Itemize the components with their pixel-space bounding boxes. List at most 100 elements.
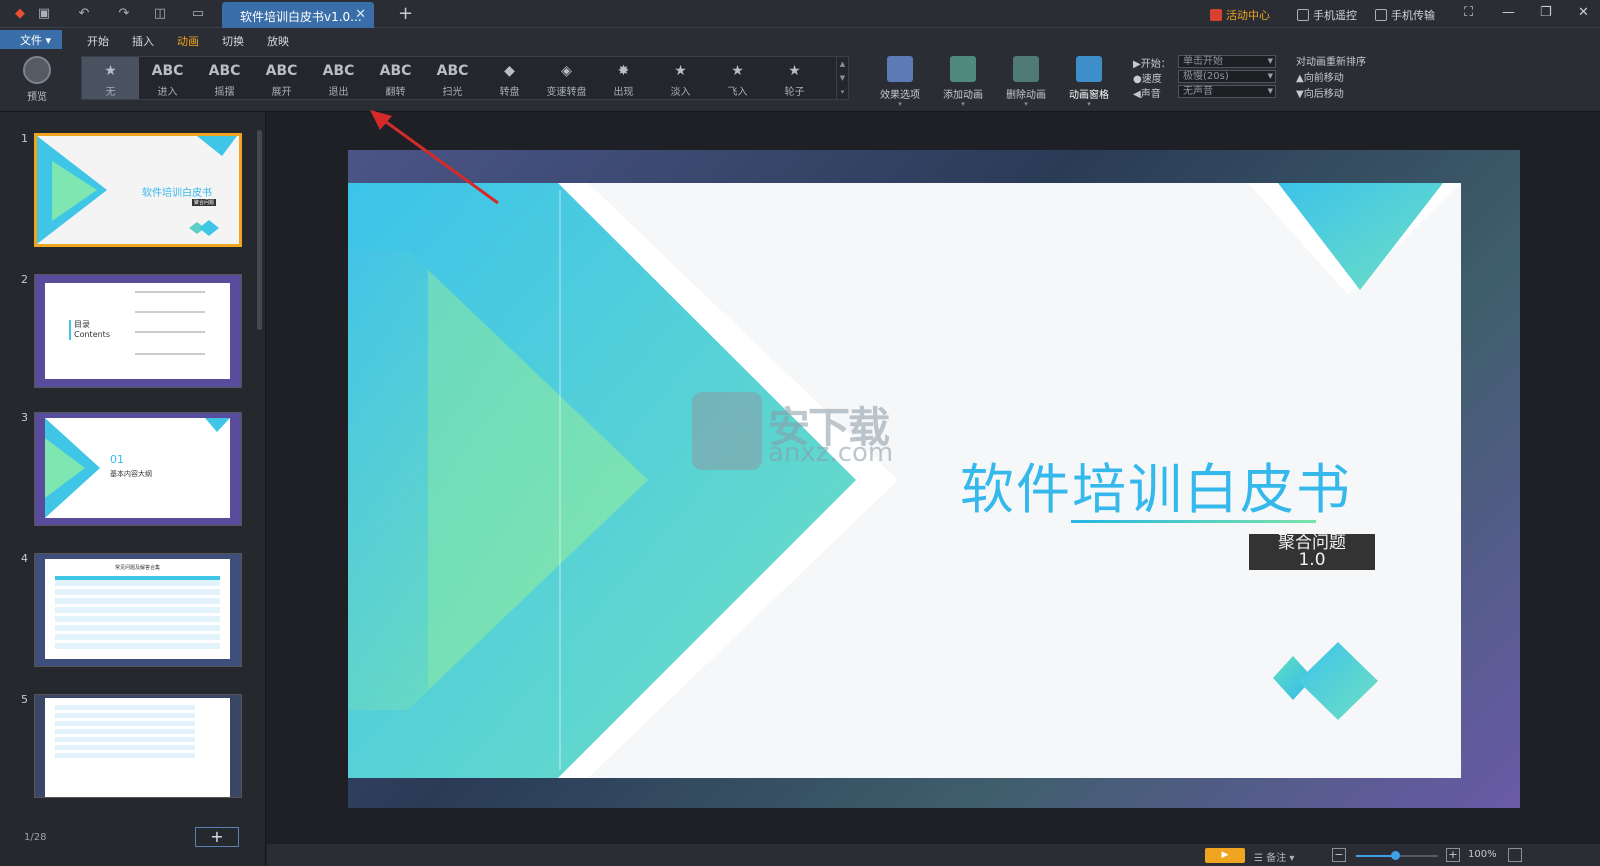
zoom-out-button[interactable]: − (1332, 848, 1346, 862)
delete-animation-button[interactable]: 删除动画 ▾ (998, 56, 1054, 108)
slide-thumbnail-5[interactable] (34, 694, 242, 798)
current-slide[interactable]: 软件培训白皮书 聚合问题 1.0 (348, 150, 1520, 808)
slide-2-title: 目录 (74, 320, 90, 329)
slide-thumbnail-1[interactable]: 软件培训白皮书 聚合问题 (34, 133, 242, 247)
abc-icon: ABC (265, 63, 298, 79)
preview-label: 预览 (27, 92, 47, 103)
save-icon[interactable]: ▣ (36, 6, 52, 22)
speed-select[interactable]: 极慢(20s) ▼ (1178, 70, 1276, 83)
dropdown-arrow-icon: ▾ (898, 100, 902, 108)
app-logo-icon[interactable]: ◆ (12, 6, 28, 22)
animation-variable-turntable[interactable]: ◈ 变速转盘 (538, 57, 595, 99)
animation-appear[interactable]: ✸ 出现 (595, 57, 652, 99)
slide-2-subtitle: Contents (74, 330, 110, 339)
abc-icon: ABC (379, 63, 412, 79)
menu-insert[interactable]: 插入 (132, 33, 154, 49)
animation-fade-in[interactable]: ★ 淡入 (652, 57, 709, 99)
phone-remote-button[interactable]: 手机遥控 (1297, 7, 1357, 23)
move-forward-button[interactable]: ▲向前移动 (1296, 69, 1344, 84)
sound-select[interactable]: 无声音 ▼ (1178, 85, 1276, 98)
abc-icon: ABC (208, 63, 241, 79)
redo-icon[interactable]: ↷ (116, 6, 132, 22)
animation-sway[interactable]: ABC 摇摆 (196, 57, 253, 99)
add-slide-button[interactable]: + (195, 827, 239, 847)
file-menu[interactable]: 文件 ▾ (0, 30, 62, 49)
start-label-text: 开始： (1140, 59, 1171, 70)
start-label: ▶开始： (1133, 59, 1171, 70)
slide-thumbnail-2[interactable]: 目录 Contents (34, 274, 242, 388)
zoom-in-button[interactable]: + (1446, 848, 1460, 862)
close-window-icon[interactable]: ✕ (1578, 5, 1589, 20)
watermark-url: anxz.com (768, 438, 894, 468)
zoom-slider-handle[interactable] (1391, 851, 1400, 860)
animation-fly-in[interactable]: ★ 飞入 (709, 57, 766, 99)
slide-3-number: 01 (110, 453, 124, 466)
new-tab-icon[interactable]: + (398, 3, 413, 24)
animation-exit[interactable]: ABC 退出 (310, 57, 367, 99)
notes-button[interactable]: ☰ 备注 ▾ (1254, 849, 1294, 864)
slide-number: 5 (21, 693, 28, 706)
activity-center-link[interactable]: 活动中心 (1210, 7, 1270, 23)
slide-number: 4 (21, 552, 28, 565)
preview-button[interactable]: 预览 (20, 56, 54, 103)
slide-3-shapes (45, 418, 230, 518)
fit-window-icon[interactable] (1508, 848, 1522, 862)
animation-label: 飞入 (727, 87, 748, 98)
animation-gallery: ★ 无 ABC 进入 ABC 摇摆 ABC 展开 ABC 退出 ABC 翻转 ABC 扫光 ◆… (81, 56, 849, 100)
slide-1-subtitle: 聚合问题 (192, 199, 217, 206)
speed-select-value: 极慢(20s) (1183, 71, 1229, 82)
more-icon[interactable]: ▾ (837, 85, 848, 99)
effect-options-button[interactable]: 效果选项 ▾ (872, 56, 928, 108)
animation-label: 出现 (613, 87, 634, 98)
menu-slideshow[interactable]: 放映 (267, 33, 289, 49)
phone-transfer-button[interactable]: 手机传输 (1375, 7, 1435, 23)
animation-label: 进入 (157, 87, 178, 98)
slide-thumbnail-4[interactable]: 常见问题及解答合集 (34, 553, 242, 667)
minimize-icon[interactable]: — (1502, 5, 1515, 20)
page-indicator: 1/28 (24, 832, 47, 843)
add-animation-icon (950, 56, 976, 82)
gallery-scroll[interactable]: ▲ ▼ ▾ (836, 57, 848, 99)
slide-number: 1 (21, 132, 28, 145)
abc-icon: ABC (151, 63, 184, 79)
restore-icon[interactable]: ❐ (1540, 5, 1552, 20)
phone-transfer-label: 手机传输 (1391, 9, 1435, 22)
screen-icon[interactable]: ◫ (152, 6, 168, 22)
document-tab[interactable]: 软件培训白皮书v1.0... ✕ (222, 2, 374, 28)
undo-icon[interactable]: ↶ (76, 6, 92, 22)
menu-start[interactable]: 开始 (87, 33, 109, 49)
phone-remote-icon (1297, 9, 1309, 21)
star-icon: ★ (674, 63, 687, 79)
thumbnail-scrollbar[interactable] (257, 130, 262, 330)
animation-label: 翻转 (385, 87, 406, 98)
animation-wheel[interactable]: ★ 轮子 (766, 57, 823, 99)
animation-label: 摇摆 (214, 87, 235, 98)
slide-subtitle-box[interactable]: 聚合问题 1.0 (1249, 534, 1375, 570)
animation-expand[interactable]: ABC 展开 (253, 57, 310, 99)
close-tab-icon[interactable]: ✕ (355, 7, 366, 22)
folder-icon[interactable]: ▭ (190, 6, 206, 22)
animation-sweep[interactable]: ABC 扫光 (424, 57, 481, 99)
add-animation-button[interactable]: 添加动画 ▾ (935, 56, 991, 108)
animation-turntable[interactable]: ◆ 转盘 (481, 57, 538, 99)
animation-enter[interactable]: ABC 进入 (139, 57, 196, 99)
move-backward-button[interactable]: ▼向后移动 (1296, 85, 1344, 100)
menu-transition[interactable]: 切换 (222, 33, 244, 49)
slide-thumbnail-3[interactable]: 01 基本内容大纲 (34, 412, 242, 526)
sound-select-value: 无声音 (1183, 86, 1213, 97)
animation-label: 展开 (271, 87, 292, 98)
slide-title[interactable]: 软件培训白皮书 (960, 445, 1352, 524)
play-slideshow-button[interactable]: ▶ (1205, 848, 1245, 863)
chevron-down-icon[interactable]: ▼ (837, 71, 848, 85)
slide-1-title: 软件培训白皮书 (142, 188, 212, 199)
start-select[interactable]: 单击开始 ▼ (1178, 55, 1276, 68)
notes-icon: ☰ (1254, 853, 1263, 864)
chevron-down-icon: ▼ (1267, 57, 1273, 65)
star-icon: ★ (731, 63, 744, 79)
animation-flip[interactable]: ABC 翻转 (367, 57, 424, 99)
fullscreen-icon[interactable]: ⛶ (1464, 5, 1473, 20)
dropdown-arrow-icon: ▾ (1087, 100, 1091, 108)
animation-grid-button[interactable]: 动画窗格 ▾ (1061, 56, 1117, 108)
animation-none[interactable]: ★ 无 (82, 57, 139, 99)
chevron-up-icon[interactable]: ▲ (837, 57, 848, 71)
